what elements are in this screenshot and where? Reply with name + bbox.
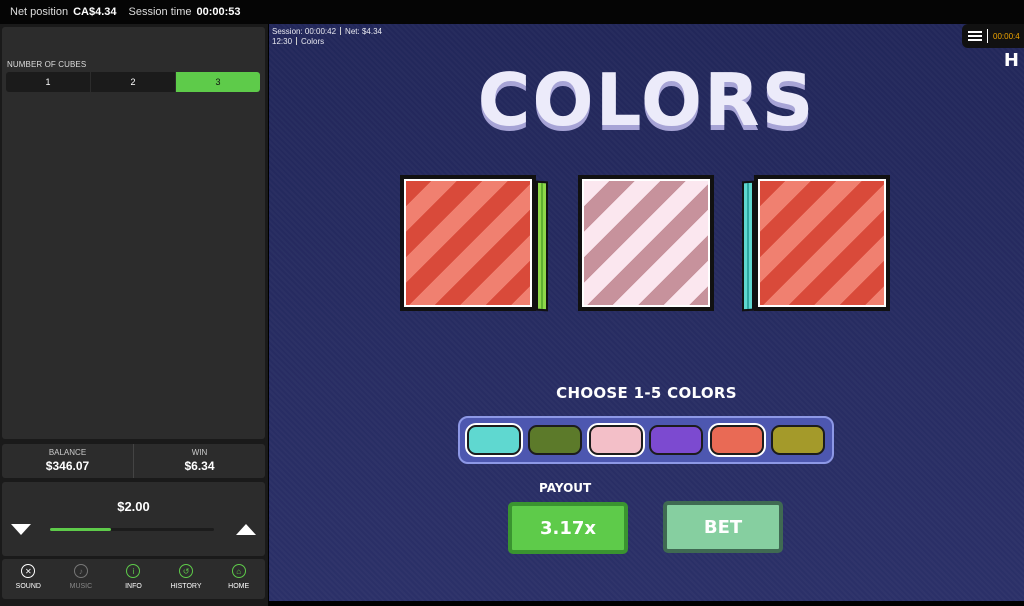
sound-off-icon: ✕ [21,564,36,578]
cube-2 [578,175,714,311]
home-button[interactable]: ⌂ HOME [212,559,265,599]
cubes-option-1[interactable]: 1 [6,72,91,92]
session-clock: 12:30 [272,37,293,46]
net-position-label: Net position [10,6,69,18]
session-game-name: Colors [301,37,325,46]
win-label: WIN [191,448,208,457]
history-label: HISTORY [170,583,202,590]
music-off-icon: ♪ [73,564,88,578]
session-duration: Session: 00:00:42 [272,27,337,36]
color-swatch-purple[interactable] [649,425,704,455]
win-cell: WIN $6.34 [133,444,265,478]
balance-label: BALANCE [48,448,87,457]
session-separator [296,37,298,45]
color-swatch-teal[interactable] [467,425,521,455]
balance-value: $346.07 [45,459,90,473]
session-time-label: Session time [128,6,192,18]
control-sidebar: NUMBER OF CUBES 1 2 3 BALANCE $346.07 WI… [0,24,268,606]
payout-label: PAYOUT [539,481,592,495]
color-swatch-red[interactable] [710,425,765,455]
hamburger-menu-icon[interactable] [968,31,982,41]
session-time-value: 00:00:53 [196,6,241,18]
menu-box: 00:00:4 [962,24,1024,48]
cube-1-side [536,180,548,312]
cube-1 [400,175,536,311]
info-label: INFO [125,583,142,590]
color-swatch-olive-green[interactable] [527,425,582,455]
color-palette [458,416,834,464]
cube-3-side [742,180,754,312]
color-swatch-pink[interactable] [588,425,643,455]
history-icon: ↺ [179,564,194,578]
music-button[interactable]: ♪ MUSIC [55,559,108,599]
top-status-bar: Net position CA$4.34 Session time 00:00:… [0,0,1024,24]
session-net: Net: $4.34 [345,27,382,36]
sound-button[interactable]: ✕ SOUND [2,559,55,599]
balance-win-panel: BALANCE $346.07 WIN $6.34 [2,444,265,478]
bet-slider[interactable] [50,528,214,531]
cubes-option-3[interactable]: 3 [176,72,260,92]
sound-label: SOUND [15,583,41,590]
bet-amount-panel: $2.00 [2,482,265,556]
home-icon: ⌂ [231,564,246,578]
cube-3 [754,175,890,311]
color-swatch-mustard[interactable] [770,425,825,455]
menu-separator [987,29,988,43]
net-position-value: CA$4.34 [73,6,117,18]
session-info: Session: 00:00:42 Net: $4.34 12:30 Colors [272,27,382,47]
cube-face [404,179,532,307]
cubes-option-2[interactable]: 2 [91,72,176,92]
game-title: COLORS [477,58,816,142]
game-area: Session: 00:00:42 Net: $4.34 12:30 Colors … [269,24,1024,601]
menu-timer: 00:00:4 [993,31,1020,41]
payout-value: 3.17x [508,502,628,554]
settings-panel: NUMBER OF CUBES 1 2 3 [2,27,265,439]
balance-cell: BALANCE $346.07 [2,444,133,478]
increase-bet-button[interactable] [236,524,256,535]
info-button[interactable]: i INFO [107,559,160,599]
music-label: MUSIC [69,583,93,590]
cube-face [582,179,710,307]
bet-button[interactable]: BET [663,501,783,553]
history-button[interactable]: ↺ HISTORY [160,559,213,599]
cube-face [758,179,886,307]
bet-slider-fill [50,528,111,531]
bet-amount-value: $2.00 [117,499,150,514]
number-of-cubes-label: NUMBER OF CUBES [7,60,87,69]
cubes-selector: 1 2 3 [6,72,260,92]
win-value: $6.34 [184,459,215,473]
info-icon: i [126,564,141,578]
decrease-bet-button[interactable] [11,524,31,535]
choose-colors-label: CHOOSE 1-5 COLORS [556,384,737,402]
home-label: HOME [228,583,250,590]
session-separator [340,27,342,35]
bottom-nav: ✕ SOUND ♪ MUSIC i INFO ↺ HISTORY ⌂ HOME [2,559,265,599]
